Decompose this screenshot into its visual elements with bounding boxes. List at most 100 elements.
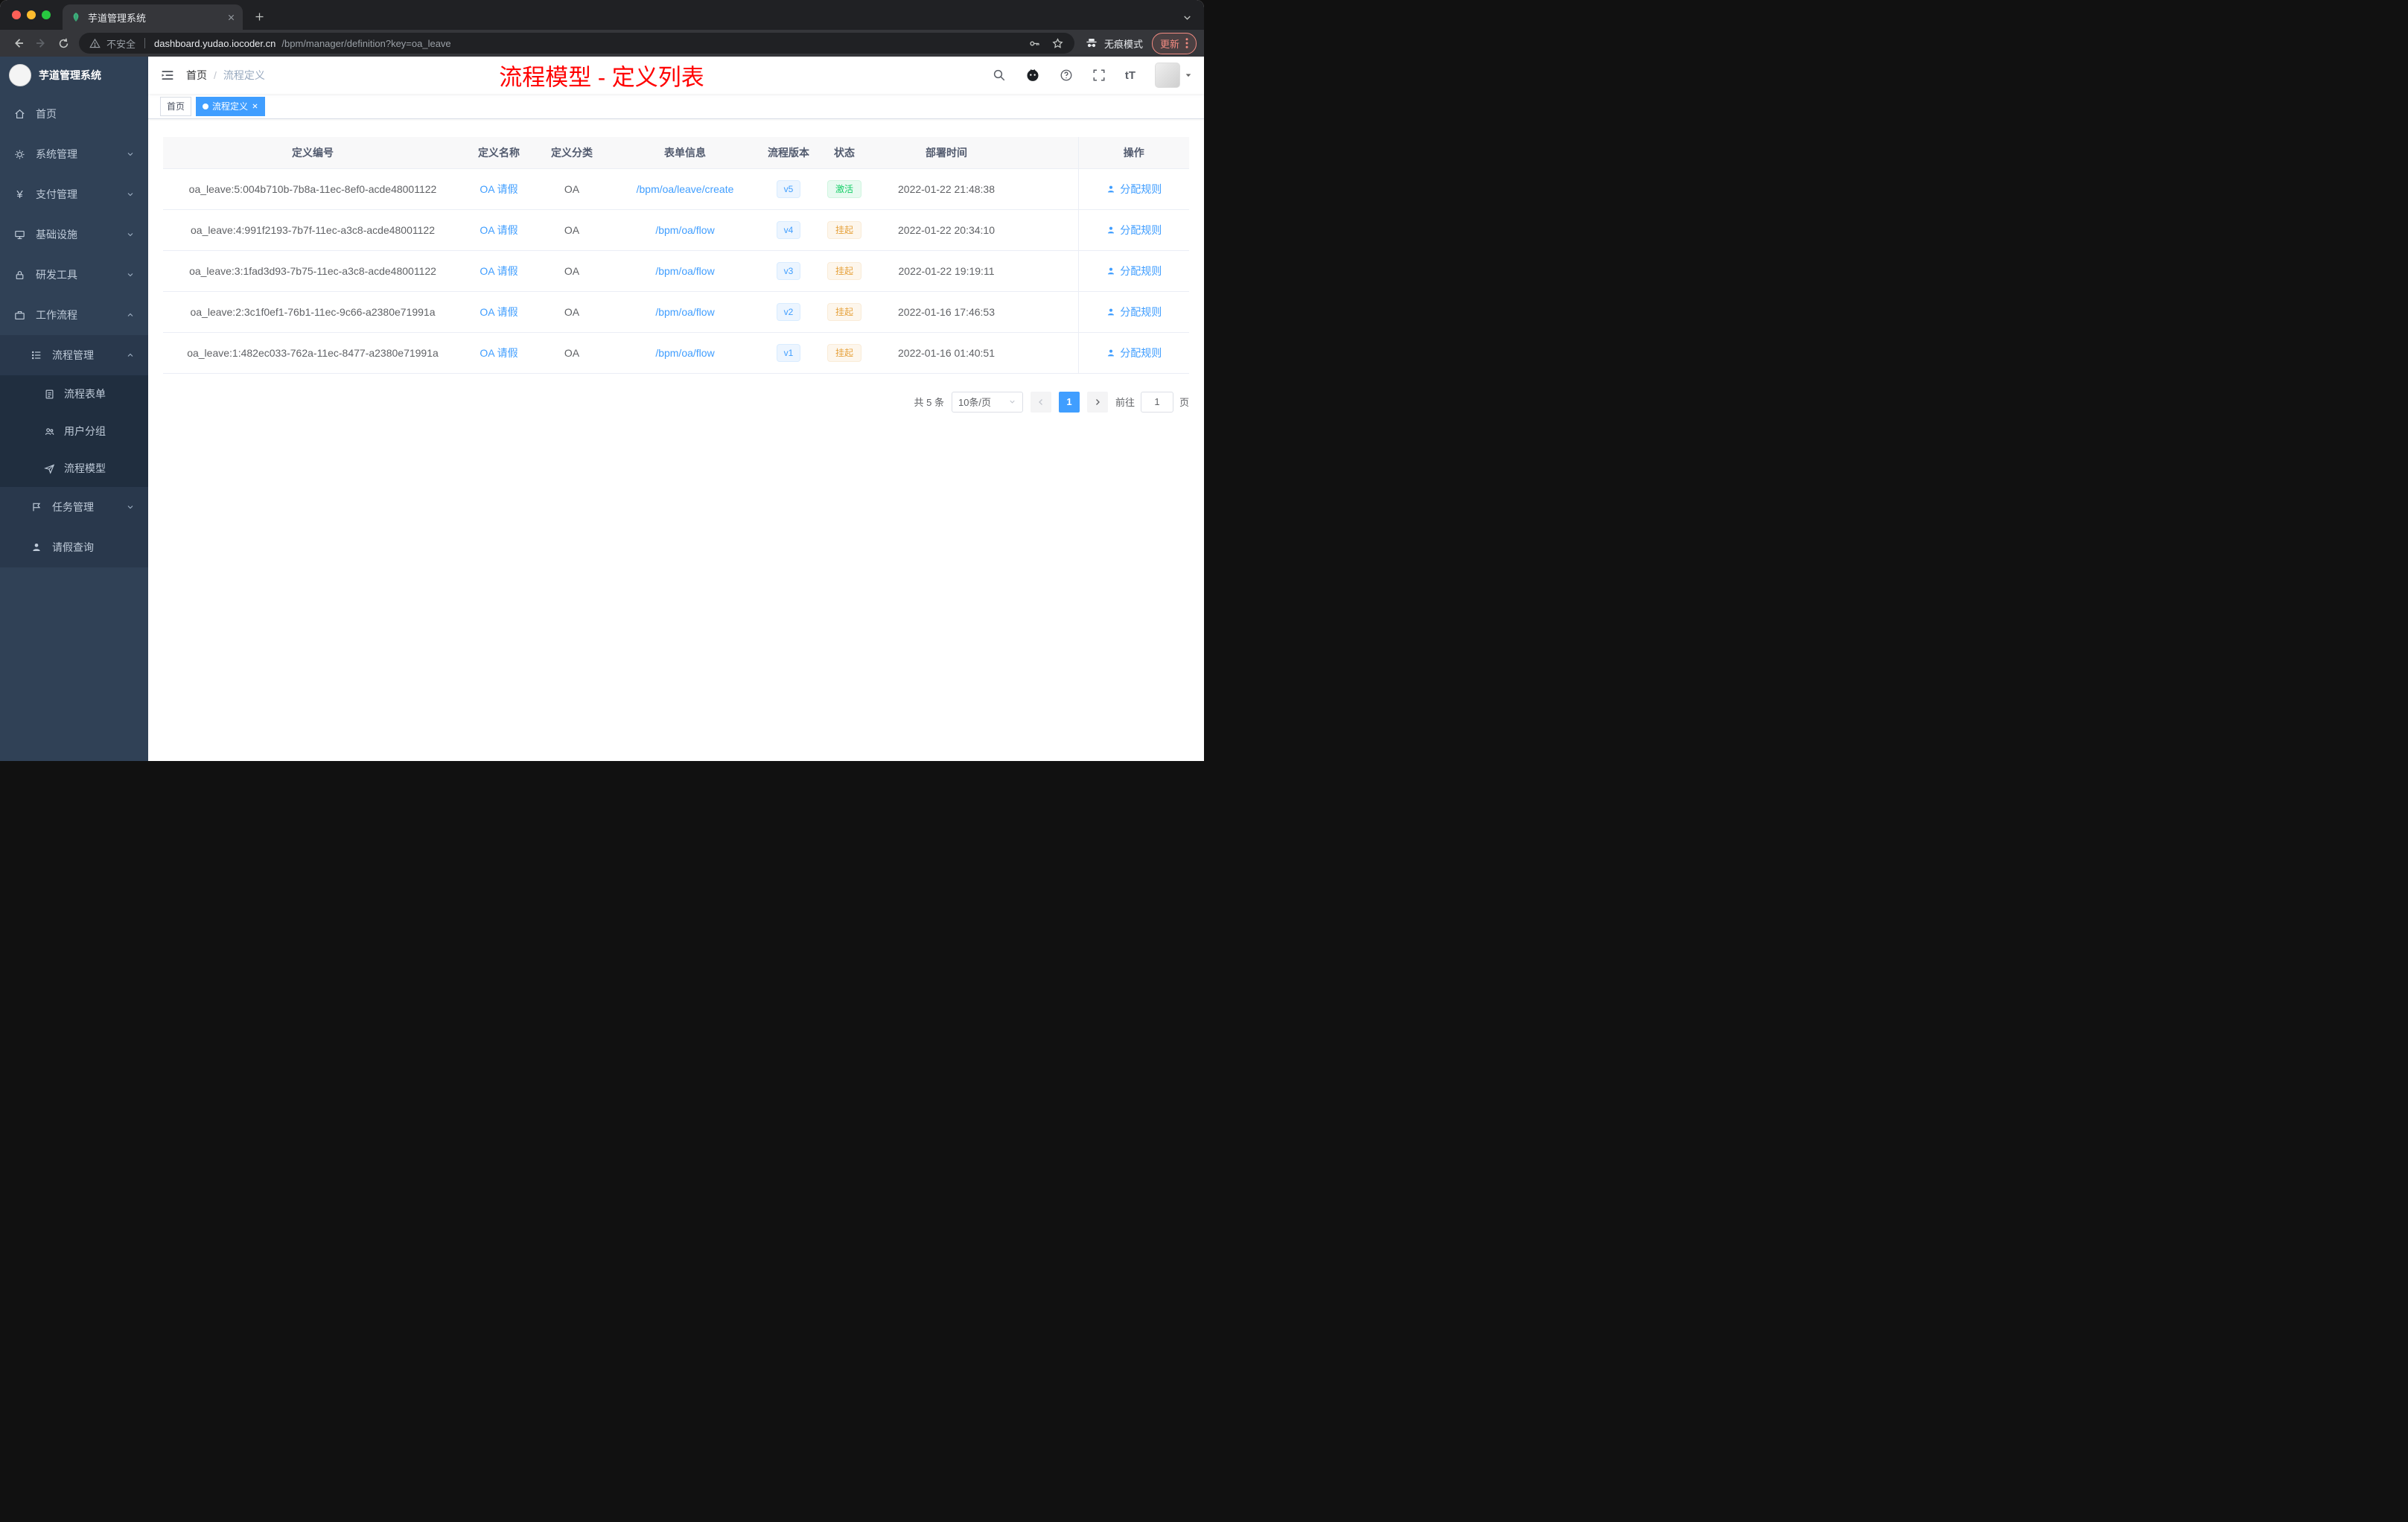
tag-home[interactable]: 首页 <box>160 96 192 116</box>
breadcrumb: 首页 / 流程定义 <box>186 68 265 83</box>
browser-tab[interactable]: 芋道管理系统 <box>63 4 243 30</box>
status-badge: 挂起 <box>826 261 861 280</box>
caret-down-icon <box>1185 71 1192 79</box>
assign-rule-link[interactable]: 分配规则 <box>1106 223 1162 238</box>
reload-button[interactable] <box>52 32 74 54</box>
forward-button[interactable] <box>30 32 52 54</box>
sidebar-item-payment[interactable]: ¥ 支付管理 <box>0 174 148 214</box>
sidebar-item-process-model[interactable]: 流程模型 <box>0 450 148 487</box>
definition-name-link[interactable]: OA 请假 <box>480 306 517 318</box>
assign-rule-link[interactable]: 分配规则 <box>1106 346 1162 360</box>
window-minimize-button[interactable] <box>27 10 36 19</box>
github-icon[interactable] <box>1025 68 1040 83</box>
sidebar-item-devtools[interactable]: 研发工具 <box>0 255 148 295</box>
page-title-annotation: 流程模型 - 定义列表 <box>499 64 704 91</box>
search-icon[interactable] <box>993 69 1006 82</box>
bookmark-star-icon[interactable] <box>1051 37 1064 50</box>
not-secure-warning-icon <box>89 38 101 49</box>
next-page-button[interactable] <box>1086 391 1108 413</box>
top-navbar: 首页 / 流程定义 流程模型 - 定义列表 tT <box>148 57 1204 94</box>
table-row: oa_leave:5:004b710b-7b8a-11ec-8ef0-acde4… <box>163 168 1189 210</box>
sidebar-item-label: 请假查询 <box>52 541 94 553</box>
update-button[interactable]: 更新 <box>1151 32 1197 54</box>
sidebar-item-label: 流程表单 <box>64 388 106 400</box>
omnibox-divider <box>144 38 146 48</box>
filler-cell <box>1019 168 1078 210</box>
browser-menu-icon[interactable] <box>1185 38 1188 48</box>
column-filler <box>1019 137 1078 169</box>
window-zoom-button[interactable] <box>42 10 51 19</box>
column-deploy-time: 部署时间 <box>873 137 1019 169</box>
prev-page-button[interactable] <box>1030 391 1051 413</box>
fullscreen-icon[interactable] <box>1092 69 1106 82</box>
sidebar-item-workflow[interactable]: 工作流程 <box>0 295 148 335</box>
table-row: oa_leave:2:3c1f0ef1-76b1-11ec-9c66-a2380… <box>163 291 1189 333</box>
new-tab-button[interactable] <box>249 6 270 27</box>
navbar-actions: tT <box>993 63 1192 88</box>
sidebar-item-leave-query[interactable]: 请假查询 <box>0 527 148 567</box>
browser-tabstrip: 芋道管理系统 <box>0 0 1204 30</box>
back-button[interactable] <box>7 32 30 54</box>
form-info-link[interactable]: /bpm/oa/leave/create <box>637 183 734 195</box>
deploy-time-cell: 2022-01-16 17:46:53 <box>873 291 1019 333</box>
sidebar-item-label: 首页 <box>36 108 57 120</box>
sidebar-item-system[interactable]: 系统管理 <box>0 134 148 174</box>
assign-rule-link[interactable]: 分配规则 <box>1106 305 1162 319</box>
tab-search-icon[interactable] <box>1182 13 1192 22</box>
sidebar-item-process-management[interactable]: 流程管理 <box>0 335 148 375</box>
tab-close-icon[interactable] <box>227 13 235 22</box>
breadcrumb-home[interactable]: 首页 <box>186 68 207 83</box>
definition-name-link[interactable]: OA 请假 <box>480 183 517 195</box>
chevron-down-icon <box>126 190 135 199</box>
deploy-time-cell: 2022-01-16 01:40:51 <box>873 332 1019 374</box>
sidebar-item-infrastructure[interactable]: 基础设施 <box>0 214 148 255</box>
sidebar-item-process-form[interactable]: 流程表单 <box>0 375 148 413</box>
password-key-icon[interactable] <box>1028 37 1041 50</box>
form-info-link[interactable]: /bpm/oa/flow <box>655 224 714 236</box>
form-info-link[interactable]: /bpm/oa/flow <box>655 347 714 359</box>
tag-close-icon[interactable] <box>252 103 258 109</box>
gear-icon <box>13 148 26 161</box>
page-unit-label: 页 <box>1179 397 1189 408</box>
font-size-icon[interactable]: tT <box>1125 69 1135 82</box>
lock-icon <box>13 269 26 281</box>
incognito-label: 无痕模式 <box>1103 38 1143 50</box>
definition-name-link[interactable]: OA 请假 <box>480 265 517 277</box>
monitor-icon <box>13 229 26 241</box>
sidebar-item-label: 用户分组 <box>64 425 106 437</box>
column-process-version: 流程版本 <box>762 137 815 169</box>
version-tag: v3 <box>776 261 801 280</box>
sidebar-item-home[interactable]: 首页 <box>0 94 148 134</box>
main-area: 首页 / 流程定义 流程模型 - 定义列表 tT 首页 流程定义 定义编号 定义… <box>148 57 1204 761</box>
window-controls <box>12 10 51 19</box>
avatar <box>1155 63 1180 88</box>
home-icon <box>13 108 26 121</box>
window-close-button[interactable] <box>12 10 21 19</box>
assign-rule-link[interactable]: 分配规则 <box>1106 264 1162 278</box>
column-definition-name: 定义名称 <box>462 137 535 169</box>
version-tag: v2 <box>776 302 801 321</box>
breadcrumb-current: 流程定义 <box>223 69 265 81</box>
address-bar[interactable]: 不安全 dashboard.yudao.iocoder.cn /bpm/mana… <box>79 33 1074 54</box>
assign-rule-link[interactable]: 分配规则 <box>1106 182 1162 197</box>
page-size-select[interactable]: 10条/页 <box>951 391 1023 413</box>
definition-name-link[interactable]: OA 请假 <box>480 347 517 359</box>
user-menu[interactable] <box>1155 63 1192 88</box>
status-badge: 挂起 <box>826 302 861 321</box>
sidebar-item-user-group[interactable]: 用户分组 <box>0 413 148 450</box>
tags-view-bar: 首页 流程定义 <box>148 94 1204 119</box>
form-info-link[interactable]: /bpm/oa/flow <box>655 306 714 318</box>
person-icon <box>30 541 42 554</box>
incognito-icon <box>1085 36 1098 50</box>
tag-process-definition[interactable]: 流程定义 <box>196 96 266 116</box>
definition-id-cell: oa_leave:1:482ec033-762a-11ec-8477-a2380… <box>163 332 462 374</box>
sidebar-collapse-icon[interactable] <box>160 68 175 83</box>
form-info-link[interactable]: /bpm/oa/flow <box>655 265 714 277</box>
current-page-button[interactable]: 1 <box>1058 391 1080 413</box>
chevron-up-icon <box>126 351 135 360</box>
sidebar-item-task-management[interactable]: 任务管理 <box>0 487 148 527</box>
pagination: 共 5 条 10条/页 1 前往 页 <box>163 391 1189 413</box>
help-icon[interactable] <box>1060 69 1073 82</box>
definition-name-link[interactable]: OA 请假 <box>480 224 517 236</box>
goto-page-input[interactable] <box>1140 391 1173 413</box>
